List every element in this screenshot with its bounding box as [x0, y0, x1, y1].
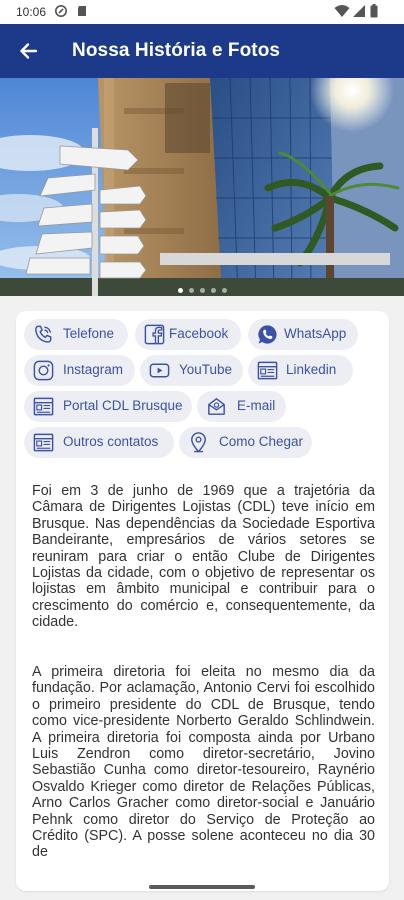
linkedin-button[interactable]: Linkedin: [248, 355, 353, 386]
email-button[interactable]: E-mail: [197, 391, 286, 422]
youtube-label: YouTube: [179, 362, 233, 377]
facebook-button[interactable]: Facebook: [135, 319, 241, 350]
content-card: Telefone Facebook WhatsApp Instagram You…: [16, 311, 389, 891]
email-icon: [208, 398, 225, 415]
instagram-icon: [33, 360, 54, 381]
location-pin-icon: [191, 432, 206, 453]
phone-icon: [35, 325, 52, 343]
portal-cdl-brusque-label: Portal CDL Brusque: [63, 398, 183, 413]
linkedin-icon: [257, 361, 278, 380]
outros-contatos-button[interactable]: Outros contatos: [24, 427, 174, 458]
carousel-dot[interactable]: [221, 288, 227, 293]
instagram-button[interactable]: Instagram: [24, 355, 135, 386]
battery-icon: [370, 4, 378, 18]
facebook-label: Facebook: [169, 326, 229, 341]
telefone-label: Telefone: [63, 326, 115, 341]
instagram-label: Instagram: [63, 362, 124, 377]
facebook-icon: [144, 324, 165, 345]
carousel-indicators: [0, 280, 404, 296]
building-photo: [0, 78, 404, 296]
sd-card-icon: [78, 6, 86, 16]
navigation-gesture-bar[interactable]: [149, 885, 255, 889]
wifi-icon: [334, 5, 350, 17]
como-chegar-label: Como Chegar: [219, 434, 304, 449]
whatsapp-icon: [258, 325, 277, 344]
email-label: E-mail: [237, 398, 276, 413]
app-bar: Nossa História e Fotos: [0, 24, 404, 78]
carousel-dot[interactable]: [199, 288, 205, 293]
portal-icon: [33, 397, 54, 416]
portal-cdl-brusque-button[interactable]: Portal CDL Brusque: [24, 391, 192, 422]
carousel-dot[interactable]: [177, 288, 183, 293]
carousel-dot[interactable]: [188, 288, 194, 293]
back-arrow-icon[interactable]: [14, 36, 44, 66]
privacy-icon: [55, 5, 67, 17]
outros-contatos-label: Outros contatos: [63, 434, 159, 449]
whatsapp-button[interactable]: WhatsApp: [248, 319, 358, 350]
history-paragraph: Foi em 3 de junho de 1969 que a trajetór…: [32, 483, 375, 631]
youtube-icon: [149, 363, 170, 378]
carousel-dot[interactable]: [210, 288, 216, 293]
whatsapp-label: WhatsApp: [284, 326, 347, 341]
linkedin-label: Linkedin: [286, 362, 337, 377]
youtube-button[interactable]: YouTube: [140, 355, 243, 386]
page-title: Nossa História e Fotos: [72, 40, 281, 61]
contacts-icon: [33, 433, 54, 452]
status-bar: 10:06: [0, 0, 404, 24]
photo-carousel[interactable]: [0, 78, 404, 296]
history-paragraph: A primeira diretoria foi eleita no mesmo…: [32, 664, 375, 861]
telefone-button[interactable]: Telefone: [24, 319, 128, 350]
signal-icon: [353, 5, 365, 17]
como-chegar-button[interactable]: Como Chegar: [179, 427, 312, 458]
status-time: 10:06: [16, 5, 47, 19]
